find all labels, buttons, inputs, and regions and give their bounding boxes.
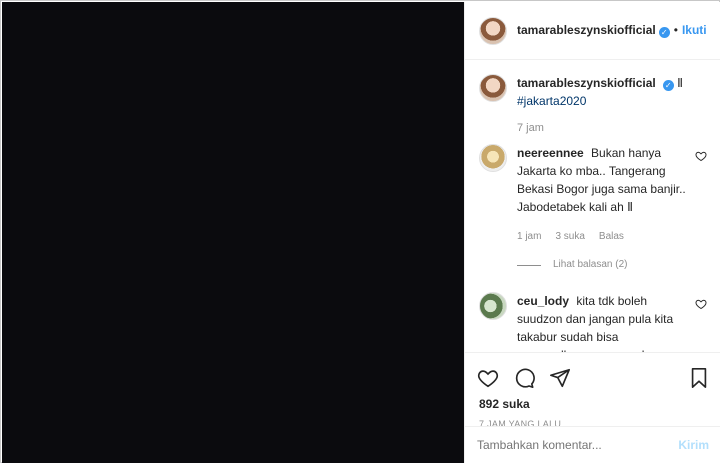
like-comment-heart-icon[interactable] — [695, 150, 707, 162]
heart-icon[interactable] — [477, 367, 499, 389]
post-media[interactable] — [2, 2, 464, 463]
author-block: tamarableszynskiofficial ✓ • Ikuti — [517, 23, 707, 38]
add-comment-bar: Kirim — [465, 426, 720, 463]
bookmark-icon[interactable] — [689, 367, 709, 389]
comment-body: neereennee Bukan hanya Jakarta ko mba.. … — [517, 144, 687, 274]
send-comment-button[interactable]: Kirim — [678, 438, 709, 452]
comments-section[interactable]: tamarableszynskiofficial ✓ Ⅱ #jakarta2020… — [465, 60, 720, 352]
commenter-avatar[interactable] — [479, 144, 507, 172]
verified-badge-icon: ✓ — [658, 27, 670, 38]
commenter-username[interactable]: neereennee — [517, 146, 584, 160]
follow-button[interactable]: Ikuti — [682, 23, 707, 37]
caption-author-avatar[interactable] — [479, 74, 507, 102]
post-header: tamarableszynskiofficial ✓ • Ikuti — [465, 2, 720, 60]
view-replies-button[interactable]: Lihat balasan (2) — [517, 256, 687, 274]
view-replies-label: Lihat balasan (2) — [553, 259, 628, 270]
comment-likes[interactable]: 3 suka — [555, 228, 584, 246]
reply-button[interactable]: Balas — [599, 228, 624, 246]
caption-time[interactable]: 7 jam — [517, 122, 707, 134]
caption-text: tamarableszynskiofficial ✓ Ⅱ #jakarta2020 — [517, 74, 687, 110]
share-icon[interactable] — [549, 367, 571, 389]
post-sidebar: tamarableszynskiofficial ✓ • Ikuti tamarabl… — [464, 2, 720, 463]
post-modal: tamarableszynskiofficial ✓ • Ikuti tamarabl… — [0, 0, 720, 463]
replies-divider — [517, 264, 541, 266]
comment-item: ceu_lody kita tdk boleh suudzon dan jang… — [479, 292, 707, 352]
author-username[interactable]: tamarableszynskiofficial — [517, 23, 656, 37]
caption-author-username[interactable]: tamarableszynskiofficial — [517, 76, 656, 90]
caption: tamarableszynskiofficial ✓ Ⅱ #jakarta2020 — [479, 74, 707, 110]
commenter-username[interactable]: ceu_lody — [517, 294, 569, 308]
comment-input[interactable] — [477, 438, 679, 452]
comment-item: neereennee Bukan hanya Jakarta ko mba.. … — [479, 144, 707, 274]
likes-count[interactable]: 892 suka — [479, 397, 709, 411]
separator-dot: • — [673, 23, 678, 37]
caption-hashtag[interactable]: #jakarta2020 — [517, 94, 586, 108]
comment-time[interactable]: 1 jam — [517, 228, 541, 246]
comment-body: ceu_lody kita tdk boleh suudzon dan jang… — [517, 292, 687, 352]
comment-icon[interactable] — [513, 367, 535, 389]
verified-badge-icon: ✓ — [662, 80, 674, 91]
post-actions: 892 suka 7 JAM YANG LALU — [465, 352, 720, 434]
comment-meta: 1 jam 3 suka Balas — [517, 228, 687, 246]
caption-emoji: Ⅱ — [677, 76, 683, 90]
action-icons — [477, 361, 709, 395]
like-comment-heart-icon[interactable] — [695, 298, 707, 310]
commenter-avatar[interactable] — [479, 292, 507, 320]
author-avatar[interactable] — [479, 16, 507, 45]
